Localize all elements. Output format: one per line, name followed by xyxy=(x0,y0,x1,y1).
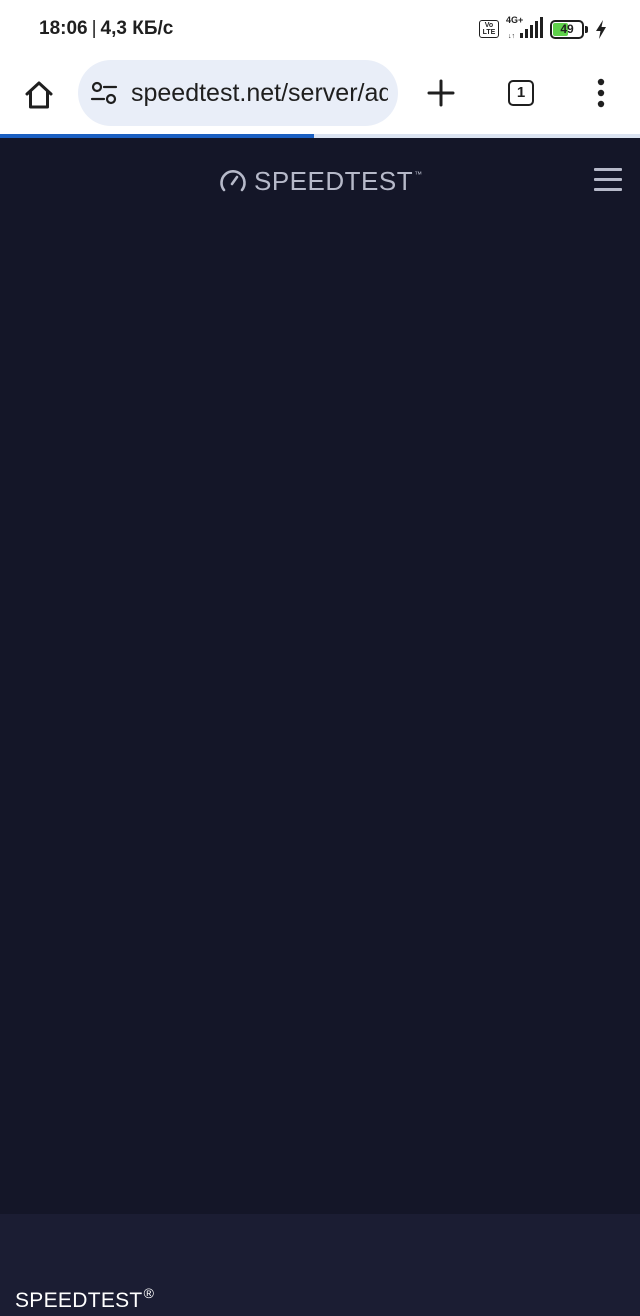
status-time: 18:06 xyxy=(39,18,88,39)
site-footer: SPEEDTEST® xyxy=(0,1214,640,1316)
more-vert-icon xyxy=(597,78,605,108)
volte-icon: Vo LTE xyxy=(479,20,499,38)
logo-text: SPEEDTEST xyxy=(254,165,414,196)
home-icon xyxy=(25,81,53,109)
gauge-icon xyxy=(220,170,246,192)
tab-switcher-button[interactable]: 1 xyxy=(498,70,544,116)
tab-switcher-icon: 1 xyxy=(508,80,534,106)
site-header: SPEEDTEST ™ xyxy=(0,138,640,222)
new-tab-button[interactable] xyxy=(418,70,464,116)
speedtest-logo[interactable]: SPEEDTEST ™ xyxy=(219,164,422,198)
battery-level: 49 xyxy=(560,22,574,36)
web-page: SPEEDTEST ™ SPEEDTEST® xyxy=(0,138,640,1316)
menu-button[interactable] xyxy=(578,70,624,116)
status-bar: 18:06 | 4,3 КБ/с Vo LTE 4G+ ↓↑ 49 xyxy=(0,0,640,60)
battery-icon: 49 xyxy=(550,20,588,39)
network-speed: 4,3 КБ/с xyxy=(100,18,174,39)
logo-trademark: ™ xyxy=(414,170,423,179)
footer-registered-mark: ® xyxy=(143,1285,155,1301)
home-button[interactable] xyxy=(16,72,62,118)
battery-cap xyxy=(585,26,588,33)
hamburger-line xyxy=(594,168,622,171)
url-text[interactable]: speedtest.net/server/add xyxy=(131,60,388,126)
footer-brand-text: SPEEDTEST xyxy=(15,1289,143,1312)
address-bar[interactable]: speedtest.net/server/add xyxy=(78,60,398,126)
tune-icon[interactable] xyxy=(90,80,118,106)
svg-text:↓↑: ↓↑ xyxy=(508,33,515,40)
browser-toolbar: speedtest.net/server/add 1 xyxy=(0,60,640,135)
hamburger-menu-button[interactable] xyxy=(590,164,628,194)
charging-icon xyxy=(596,20,606,39)
hamburger-line xyxy=(594,178,622,181)
status-separator: | xyxy=(91,18,97,39)
hamburger-line xyxy=(594,188,622,191)
status-left: 18:06 | 4,3 КБ/с xyxy=(39,18,173,40)
footer-brand[interactable]: SPEEDTEST® xyxy=(15,1285,154,1313)
signal-icon: ↓↑ xyxy=(508,17,543,40)
plus-icon xyxy=(427,79,455,107)
